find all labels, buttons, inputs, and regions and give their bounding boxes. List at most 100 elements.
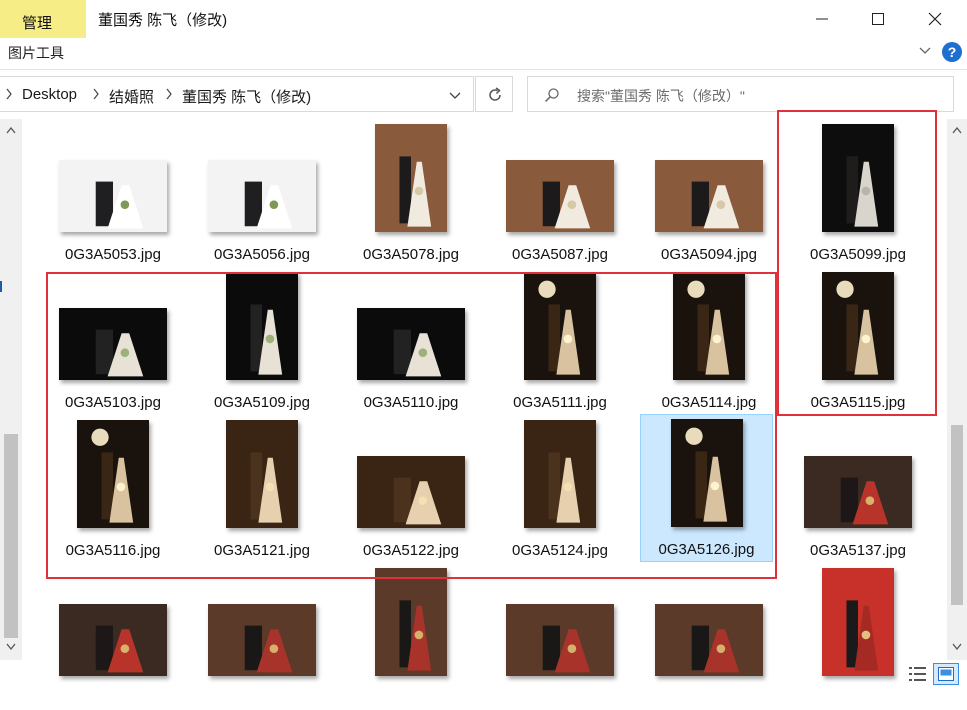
file-item[interactable]: 0G3A5115.jpg: [787, 268, 929, 414]
scroll-down-icon[interactable]: [952, 643, 962, 651]
file-name: 0G3A5122.jpg: [363, 542, 459, 559]
chevron-right-icon[interactable]: [165, 88, 173, 100]
chevron-down-icon[interactable]: [918, 44, 932, 58]
close-button[interactable]: [906, 2, 964, 36]
file-item[interactable]: [340, 564, 482, 710]
breadcrumb-desktop[interactable]: Desktop: [22, 86, 77, 103]
thumbnail-image: [506, 160, 614, 232]
chevron-right-icon[interactable]: [5, 88, 13, 100]
file-item[interactable]: 0G3A5110.jpg: [340, 268, 482, 414]
file-item[interactable]: 0G3A5122.jpg: [340, 416, 482, 562]
groom-figure: [542, 181, 560, 227]
groom-figure: [846, 156, 858, 224]
file-name: 0G3A5056.jpg: [214, 246, 310, 263]
thumbnail-image: [208, 604, 316, 676]
maximize-button[interactable]: [849, 2, 907, 36]
thumbnail-image: [77, 420, 149, 528]
file-item[interactable]: 0G3A5053.jpg: [42, 120, 184, 266]
chevron-right-icon[interactable]: [92, 88, 100, 100]
bouquet: [861, 630, 871, 640]
chevron-down-icon[interactable]: [448, 91, 462, 101]
file-item[interactable]: 0G3A5111.jpg: [489, 268, 631, 414]
groom-figure: [694, 451, 707, 519]
bouquet: [120, 644, 130, 653]
groom-figure: [244, 625, 262, 671]
light-glow: [91, 428, 109, 446]
photo-figures: [542, 181, 591, 229]
file-item[interactable]: [489, 564, 631, 710]
photo-figures: [393, 477, 442, 525]
photo-figures: [538, 280, 581, 375]
file-item[interactable]: 0G3A5103.jpg: [42, 268, 184, 414]
bouquet: [269, 644, 279, 653]
tab-manage[interactable]: 管理: [0, 0, 86, 38]
file-item[interactable]: 0G3A5087.jpg: [489, 120, 631, 266]
scroll-up-icon[interactable]: [952, 126, 962, 134]
file-item[interactable]: [638, 564, 780, 710]
groom-figure: [393, 477, 411, 523]
photo-figures: [542, 625, 591, 673]
photo-figures: [548, 452, 581, 523]
scroll-down-icon[interactable]: [6, 643, 16, 651]
search-placeholder: 搜索"董国秀 陈飞（修改）": [577, 88, 745, 104]
file-name: 0G3A5053.jpg: [65, 246, 161, 263]
bouquet: [563, 334, 573, 344]
photo-figures: [393, 329, 442, 377]
bouquet: [716, 644, 726, 653]
file-item[interactable]: [191, 564, 333, 710]
search-input[interactable]: 搜索"董国秀 陈飞（修改）": [527, 76, 954, 112]
content-scrollbar[interactable]: [947, 119, 967, 660]
refresh-button[interactable]: [475, 76, 513, 112]
bouquet: [414, 186, 424, 196]
bouquet: [865, 496, 875, 505]
groom-figure: [244, 181, 262, 227]
groom-figure: [399, 600, 411, 668]
file-item[interactable]: [787, 564, 929, 710]
breadcrumb-wedding-photos[interactable]: 结婚照: [109, 86, 154, 107]
file-item[interactable]: 0G3A5078.jpg: [340, 120, 482, 266]
scrollbar-thumb[interactable]: [951, 425, 963, 605]
file-item[interactable]: 0G3A5126.jpg: [640, 414, 773, 562]
thumbnail-image: [655, 160, 763, 232]
photo-figures: [836, 280, 879, 375]
file-name: 0G3A5126.jpg: [658, 541, 755, 558]
file-item[interactable]: 0G3A5137.jpg: [787, 416, 929, 562]
scroll-up-icon[interactable]: [6, 126, 16, 134]
groom-figure: [691, 625, 709, 671]
photo-figures: [684, 427, 727, 522]
maximize-icon: [872, 13, 884, 25]
bouquet: [567, 200, 577, 209]
photo-figures: [250, 452, 283, 523]
thumbnail-image: [506, 604, 614, 676]
large-icons-view-button[interactable]: [933, 663, 959, 685]
bouquet: [116, 482, 126, 492]
file-item[interactable]: 0G3A5094.jpg: [638, 120, 780, 266]
light-glow: [538, 280, 556, 298]
file-item[interactable]: 0G3A5116.jpg: [42, 416, 184, 562]
file-item[interactable]: 0G3A5124.jpg: [489, 416, 631, 562]
file-item[interactable]: 0G3A5121.jpg: [191, 416, 333, 562]
thumbnail-image: [226, 420, 298, 528]
file-name: 0G3A5087.jpg: [512, 246, 608, 263]
file-item[interactable]: 0G3A5099.jpg: [787, 120, 929, 266]
tab-manage-label: 管理: [22, 15, 53, 32]
minimize-button[interactable]: [793, 2, 851, 36]
photo-figures: [399, 600, 432, 671]
file-item[interactable]: 0G3A5056.jpg: [191, 120, 333, 266]
file-name: 0G3A5110.jpg: [363, 394, 459, 411]
address-bar[interactable]: Desktop 结婚照 董国秀 陈飞（修改): [0, 76, 474, 112]
file-item[interactable]: [42, 564, 184, 710]
file-item[interactable]: 0G3A5109.jpg: [191, 268, 333, 414]
large-icons-view-icon: [938, 667, 954, 681]
help-icon[interactable]: ?: [942, 42, 962, 62]
picture-tools-label[interactable]: 图片工具: [8, 43, 64, 63]
nav-pane-scrollbar[interactable]: [0, 119, 22, 660]
groom-figure: [101, 452, 113, 520]
breadcrumb-current-folder[interactable]: 董国秀 陈飞（修改): [182, 86, 311, 107]
details-view-icon[interactable]: [908, 665, 928, 683]
groom-figure: [95, 329, 113, 375]
scrollbar-thumb[interactable]: [4, 434, 18, 638]
groom-figure: [542, 625, 560, 671]
file-item[interactable]: 0G3A5114.jpg: [638, 268, 780, 414]
file-name: 0G3A5114.jpg: [661, 394, 757, 411]
